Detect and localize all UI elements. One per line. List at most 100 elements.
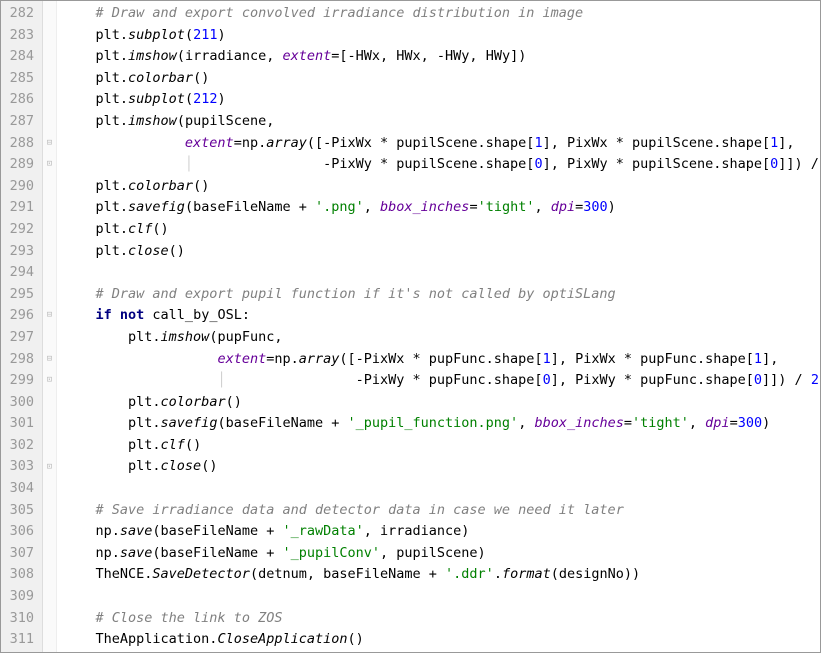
code-editor[interactable]: 2822832842852862872882892902912922932942… bbox=[1, 1, 820, 652]
code-token bbox=[63, 351, 217, 367]
code-line[interactable]: TheApplication.CloseApplication() bbox=[63, 629, 821, 651]
code-line[interactable] bbox=[63, 478, 821, 500]
code-line[interactable] bbox=[63, 586, 821, 608]
code-token: plt. bbox=[63, 178, 128, 194]
code-token: plt. bbox=[63, 329, 161, 345]
code-token: plt. bbox=[63, 113, 128, 129]
code-token: call_by_OSL: bbox=[144, 307, 250, 323]
code-token: plt. bbox=[63, 91, 128, 107]
code-token: ], PixWy * pupilScene.shape[ bbox=[543, 156, 771, 172]
code-line[interactable]: plt.imshow(irradiance, extent=[-HWx, HWx… bbox=[63, 46, 821, 68]
code-token: if not bbox=[96, 307, 145, 323]
code-token: ) bbox=[762, 415, 770, 431]
code-token: 0 bbox=[754, 372, 762, 388]
code-line[interactable]: plt.savefig(baseFileName + '_pupil_funct… bbox=[63, 413, 821, 435]
code-token bbox=[63, 610, 96, 626]
line-number: 294 bbox=[7, 262, 34, 284]
code-token: 212 bbox=[193, 91, 217, 107]
code-line[interactable]: plt.imshow(pupilScene, bbox=[63, 111, 821, 133]
code-line[interactable]: # Close the link to ZOS bbox=[63, 608, 821, 630]
code-token: () bbox=[193, 70, 209, 86]
code-line[interactable]: np.save(baseFileName + '_rawData', irrad… bbox=[63, 521, 821, 543]
code-token: =[-HWx, HWx, -HWy, HWy]) bbox=[331, 48, 526, 64]
code-line[interactable]: plt.imshow(pupFunc, bbox=[63, 327, 821, 349]
code-token: 1 bbox=[754, 351, 762, 367]
code-token: ], PixWx * pupFunc.shape[ bbox=[551, 351, 754, 367]
code-token: imshow bbox=[128, 48, 177, 64]
code-line[interactable]: │ -PixWy * pupFunc.shape[0], PixWy * pup… bbox=[63, 370, 821, 392]
code-token: , irradiance) bbox=[364, 523, 470, 539]
code-token: imshow bbox=[128, 113, 177, 129]
fold-toggle-icon[interactable]: ⊡ bbox=[44, 159, 55, 170]
code-token: plt. bbox=[63, 458, 161, 474]
code-token: plt. bbox=[63, 221, 128, 237]
line-number: 306 bbox=[7, 521, 34, 543]
fold-column[interactable]: ⊟ ⊡ ⊟ ⊟ ⊡ ⊡ bbox=[43, 1, 57, 652]
code-line[interactable]: # Save irradiance data and detector data… bbox=[63, 500, 821, 522]
code-line[interactable]: # Draw and export convolved irradiance d… bbox=[63, 3, 821, 25]
code-token: '_pupil_function.png' bbox=[348, 415, 519, 431]
code-line[interactable]: plt.clf() bbox=[63, 219, 821, 241]
line-number: 296 bbox=[7, 305, 34, 327]
code-token: 'tight' bbox=[632, 415, 689, 431]
code-token: = bbox=[624, 415, 632, 431]
code-line[interactable]: if not call_by_OSL: bbox=[63, 305, 821, 327]
code-token bbox=[63, 156, 185, 172]
code-token: plt. bbox=[63, 70, 128, 86]
fold-toggle-icon[interactable]: ⊡ bbox=[44, 375, 55, 386]
code-line[interactable]: │ -PixWy * pupilScene.shape[0], PixWy * … bbox=[63, 154, 821, 176]
code-token bbox=[63, 502, 96, 518]
fold-toggle-icon[interactable]: ⊟ bbox=[44, 310, 55, 321]
code-line[interactable]: plt.clf() bbox=[63, 435, 821, 457]
line-number: 284 bbox=[7, 46, 34, 68]
code-token: -PixWy * pupFunc.shape[ bbox=[226, 372, 543, 388]
code-token: (pupFunc, bbox=[209, 329, 282, 345]
code-token: ]]) / bbox=[778, 156, 821, 172]
line-number: 299 bbox=[7, 370, 34, 392]
fold-toggle-icon[interactable]: ⊟ bbox=[44, 138, 55, 149]
code-line[interactable]: plt.subplot(211) bbox=[63, 25, 821, 47]
code-token: 0 bbox=[534, 156, 542, 172]
line-number: 304 bbox=[7, 478, 34, 500]
code-line[interactable]: plt.colorbar() bbox=[63, 68, 821, 90]
code-line[interactable]: np.save(baseFileName + '_pupilConv', pup… bbox=[63, 543, 821, 565]
line-number: 295 bbox=[7, 284, 34, 306]
code-token: plt. bbox=[63, 394, 161, 410]
code-line[interactable]: plt.close() bbox=[63, 456, 821, 478]
code-line[interactable]: # Draw and export pupil function if it's… bbox=[63, 284, 821, 306]
code-token: ( bbox=[185, 27, 193, 43]
line-number: 291 bbox=[7, 197, 34, 219]
code-line[interactable]: extent=np.array([-PixWx * pupilScene.sha… bbox=[63, 133, 821, 155]
code-area[interactable]: # Draw and export convolved irradiance d… bbox=[57, 1, 821, 652]
line-number: 290 bbox=[7, 176, 34, 198]
code-token: ) bbox=[217, 91, 225, 107]
code-token: ], PixWx * pupilScene.shape[ bbox=[543, 135, 771, 151]
code-line[interactable]: plt.subplot(212) bbox=[63, 89, 821, 111]
code-line[interactable]: TheNCE.SaveDetector(detnum, baseFileName… bbox=[63, 564, 821, 586]
code-token: 300 bbox=[583, 199, 607, 215]
code-token: () bbox=[169, 243, 185, 259]
code-line[interactable]: plt.colorbar() bbox=[63, 392, 821, 414]
code-token: =np. bbox=[234, 135, 267, 151]
code-token: format bbox=[502, 566, 551, 582]
code-line[interactable] bbox=[63, 262, 821, 284]
code-token: (pupilScene, bbox=[177, 113, 275, 129]
line-number-gutter: 2822832842852862872882892902912922932942… bbox=[1, 1, 43, 652]
code-line[interactable]: plt.close() bbox=[63, 241, 821, 263]
fold-toggle-icon[interactable]: ⊟ bbox=[44, 354, 55, 365]
line-number: 287 bbox=[7, 111, 34, 133]
code-line[interactable]: extent=np.array([-PixWx * pupFunc.shape[… bbox=[63, 349, 821, 371]
fold-toggle-icon[interactable]: ⊡ bbox=[44, 462, 55, 473]
line-number: 310 bbox=[7, 608, 34, 630]
line-number: 289 bbox=[7, 154, 34, 176]
code-token: () bbox=[347, 631, 363, 647]
line-number: 309 bbox=[7, 586, 34, 608]
code-line[interactable]: plt.colorbar() bbox=[63, 176, 821, 198]
code-line[interactable]: plt.savefig(baseFileName + '.png', bbox_… bbox=[63, 197, 821, 219]
code-token: (baseFileName + bbox=[152, 523, 282, 539]
line-number: 285 bbox=[7, 68, 34, 90]
code-token: plt. bbox=[63, 199, 128, 215]
code-token: '.ddr' bbox=[445, 566, 494, 582]
line-number: 300 bbox=[7, 392, 34, 414]
code-token: (baseFileName + bbox=[185, 199, 315, 215]
